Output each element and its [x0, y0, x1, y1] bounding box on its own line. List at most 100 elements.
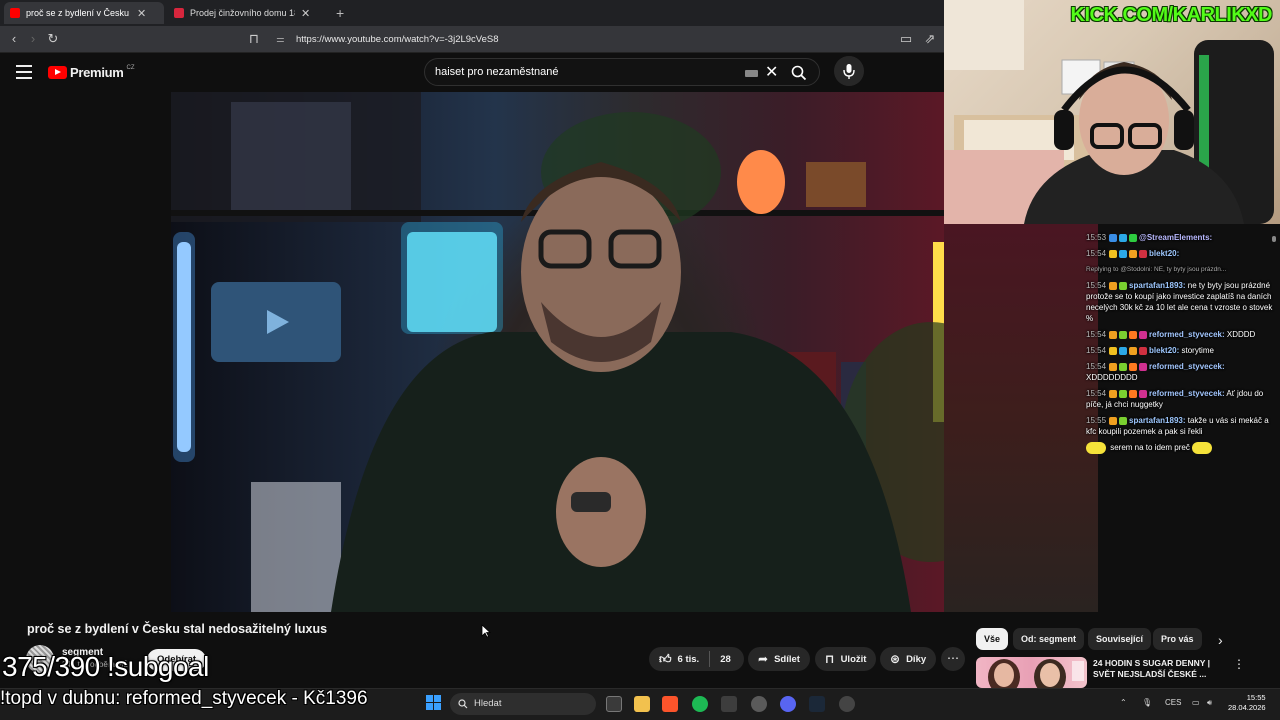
- close-tab-icon[interactable]: ✕: [301, 7, 310, 20]
- windows-start-icon[interactable]: [426, 695, 441, 710]
- badge-icon: [1129, 389, 1138, 398]
- address-bar[interactable]: ⚌ https://www.youtube.com/watch?v=-3j2L9…: [270, 30, 870, 49]
- badge-icon: [1119, 249, 1128, 258]
- video-title: proč se z bydlení v Česku stal nedosažit…: [27, 622, 328, 636]
- search-input[interactable]: haiset pro nezaměstnané ✕: [424, 58, 820, 86]
- app-settings-icon[interactable]: [839, 696, 855, 712]
- taskbar-clock[interactable]: 15:55 28.04.2026: [1228, 693, 1266, 713]
- tab-listing[interactable]: Prodej činžovního domu 1856 m², Na ✕: [168, 2, 328, 24]
- microphone-icon[interactable]: 🎙︎: [1142, 698, 1152, 707]
- chip-all[interactable]: Vše: [976, 628, 1009, 650]
- new-tab-button[interactable]: +: [336, 5, 344, 21]
- editor-icon[interactable]: [721, 696, 737, 712]
- badge-icon: [1119, 416, 1128, 425]
- badge-icon: [1129, 362, 1138, 371]
- spotify-icon[interactable]: [692, 696, 708, 712]
- keyboard-icon[interactable]: [745, 70, 758, 77]
- task-view-icon[interactable]: [606, 696, 622, 712]
- video-player[interactable]: [171, 92, 944, 612]
- like-count[interactable]: 6 tis.: [678, 654, 700, 665]
- chat-message: 15:53 @StreamElements:: [1086, 233, 1213, 242]
- tab-label: proč se z bydlení v Česku stal: [26, 8, 131, 18]
- streamer-webcam: KICK.COM/KARLIKXD: [944, 0, 1280, 224]
- volume-icon[interactable]: 🔊︎: [1207, 698, 1212, 708]
- stream-chat-overlay: 15:53 @StreamElements: 15:54 blekt20: Repl…: [1086, 232, 1276, 492]
- badge-icon: [1129, 233, 1138, 242]
- thumbnail-image: [988, 659, 1084, 688]
- badge-icon: [1139, 249, 1148, 258]
- forward-icon[interactable]: ›: [25, 31, 41, 47]
- more-actions-button[interactable]: ⋯: [941, 647, 965, 671]
- chat-message: 15:54 blekt20:: [1086, 249, 1180, 258]
- youtube-logo[interactable]: Premium CZ: [48, 65, 135, 80]
- site-settings-icon[interactable]: ⚌: [276, 30, 285, 49]
- chat-message: 15:54 reformed_styvecek: Ať jdou do píče,…: [1086, 389, 1264, 409]
- steam-icon[interactable]: [809, 696, 825, 712]
- badge-icon: [1139, 330, 1148, 339]
- badge-icon: [1119, 281, 1128, 290]
- cast-icon[interactable]: ▭: [898, 31, 914, 47]
- badge-icon: [1119, 233, 1128, 242]
- badge-icon: [1119, 330, 1128, 339]
- youtube-masthead: Premium CZ haiset pro nezaměstnané ✕: [0, 54, 944, 92]
- display-icon[interactable]: ▭: [1192, 698, 1200, 707]
- back-icon[interactable]: ‹: [6, 31, 22, 47]
- chip-for-you[interactable]: Pro vás: [1153, 628, 1202, 650]
- close-tab-icon[interactable]: ✕: [137, 7, 146, 20]
- chat-message: serem na to idem preč: [1086, 442, 1276, 454]
- share-button[interactable]: ➦ Sdílet: [748, 647, 810, 671]
- recommended-video-thumbnail[interactable]: [976, 657, 1087, 688]
- thanks-icon: ⊛: [890, 652, 901, 666]
- chat-message: 15:54 blekt20: storytime: [1086, 346, 1214, 355]
- chat-scrollbar[interactable]: [1272, 236, 1276, 242]
- clear-search-icon[interactable]: ✕: [765, 62, 778, 82]
- hamburger-menu-icon[interactable]: [16, 65, 32, 79]
- badge-icon: [1139, 389, 1148, 398]
- badge-icon: [1119, 346, 1128, 355]
- emote-icon: [1192, 442, 1213, 454]
- badge-icon: [1129, 346, 1138, 355]
- youtube-play-icon: [48, 66, 67, 79]
- url-text: https://www.youtube.com/watch?v=-3j2L9cV…: [296, 34, 499, 45]
- badge-icon: [1109, 281, 1118, 290]
- youtube-favicon-icon: [10, 8, 20, 18]
- badge-icon: [1139, 362, 1148, 371]
- browser-nav-bar: ‹ › ↻ ⊓ ⚌ https://www.youtube.com/watch?…: [0, 26, 944, 53]
- language-indicator[interactable]: CES: [1165, 698, 1181, 707]
- chevron-right-icon[interactable]: ›: [1218, 632, 1223, 648]
- brave-browser-icon[interactable]: [662, 696, 678, 712]
- share-page-icon[interactable]: ⇗: [922, 31, 938, 47]
- badge-icon: [1109, 346, 1118, 355]
- browser-tab-bar: proč se z bydlení v Česku stal ✕ Prodej …: [0, 0, 944, 26]
- bookmark-icon[interactable]: ⊓: [246, 31, 262, 47]
- emote-icon: [1086, 442, 1106, 454]
- badge-icon: [1119, 389, 1128, 398]
- badge-icon: [1109, 233, 1118, 242]
- discord-icon[interactable]: [780, 696, 796, 712]
- taskbar-search[interactable]: Hledat: [450, 693, 596, 715]
- chevron-up-icon[interactable]: ⌃: [1120, 698, 1127, 707]
- chat-message: 15:55 spartafan1893: takže u vás si mekáč…: [1086, 416, 1269, 436]
- reload-icon[interactable]: ↻: [45, 31, 61, 47]
- chip-from-channel[interactable]: Od: segment: [1013, 628, 1085, 650]
- vertical-dots-icon[interactable]: ⋮: [1233, 657, 1245, 671]
- like-icon[interactable]: 👍︎: [659, 652, 672, 667]
- save-button[interactable]: ⊓ Uložit: [815, 647, 877, 671]
- bookmark-save-icon: ⊓: [825, 652, 835, 666]
- search-icon: [458, 699, 468, 709]
- tab-youtube[interactable]: proč se z bydlení v Česku stal ✕: [4, 2, 164, 24]
- badge-icon: [1119, 362, 1128, 371]
- top-donor-ticker: !topd v dubnu: reformed_styvecek - Kč139…: [0, 688, 368, 709]
- chat-message: 15:54 reformed_styvecek: XDDDDDDDD: [1086, 362, 1225, 382]
- video-frame-edge: [944, 224, 1098, 612]
- dislike-count[interactable]: 28: [720, 654, 731, 665]
- badge-icon: [1129, 249, 1138, 258]
- app-c-icon[interactable]: [751, 696, 767, 712]
- search-icon[interactable]: [791, 65, 807, 81]
- thanks-button[interactable]: ⊛ Díky: [880, 647, 937, 671]
- recommended-video-title[interactable]: 24 HODIN S SUGAR DENNY | SVĚT NEJSLADŠÍ …: [1093, 658, 1218, 680]
- file-explorer-icon[interactable]: [634, 696, 650, 712]
- voice-search-icon[interactable]: [834, 56, 864, 86]
- mouse-cursor-icon: [481, 624, 491, 638]
- chip-related[interactable]: Související: [1088, 628, 1152, 650]
